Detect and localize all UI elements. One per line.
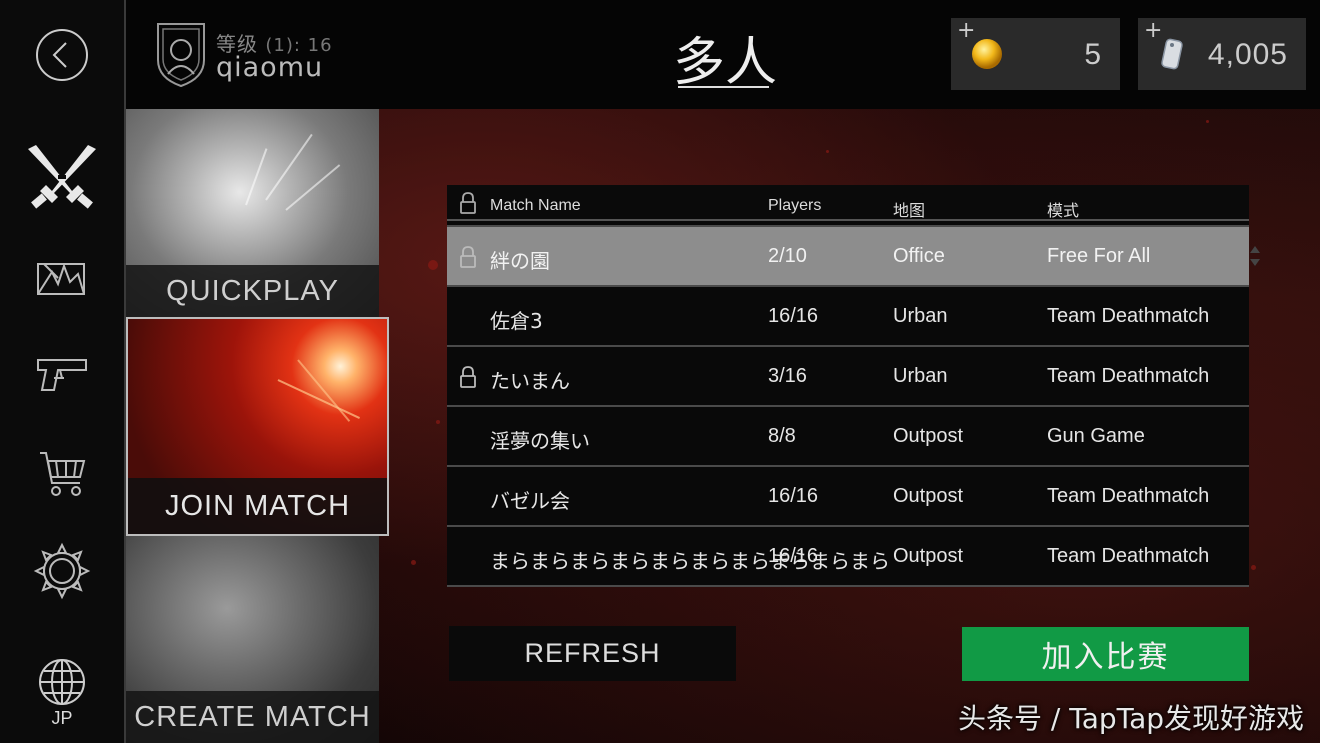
- match-row[interactable]: バゼル会 16/16 Outpost Team Deathmatch: [447, 467, 1249, 527]
- nav-store[interactable]: [0, 448, 124, 500]
- match-name: バゼル会: [490, 489, 570, 513]
- match-mode: Gun Game: [1047, 425, 1145, 447]
- match-list[interactable]: Match Name Players 地图 模式 しょーみや2/8UrbanTe…: [447, 185, 1249, 606]
- shopping-cart-icon: [40, 452, 86, 496]
- match-players: 16/16: [768, 485, 819, 507]
- create-match-tile[interactable]: CREATE MATCH: [126, 536, 379, 743]
- globe-icon: [39, 659, 85, 705]
- match-mode: Team Deathmatch: [1047, 365, 1210, 387]
- lock-icon: [460, 192, 476, 214]
- gold-coin-icon: [972, 39, 1002, 69]
- match-map: Office: [893, 245, 945, 267]
- match-map: Urban: [893, 305, 948, 327]
- lock-icon: [460, 366, 476, 388]
- dog-tag-icon: [1161, 38, 1183, 70]
- back-icon: [36, 29, 88, 81]
- create-match-label: CREATE MATCH: [126, 691, 379, 743]
- scroll-indicator-icon[interactable]: [1249, 244, 1261, 268]
- match-name: 絆の園: [490, 249, 550, 273]
- match-row-selected[interactable]: 絆の園 2/10 Office Free For All: [447, 227, 1249, 287]
- column-mode[interactable]: 模式: [1047, 197, 1079, 221]
- match-map: Urban: [893, 365, 948, 387]
- language-label: JP: [51, 708, 73, 728]
- match-name: 佐倉3: [490, 309, 543, 333]
- gold-amount: 5: [1084, 38, 1102, 71]
- lock-icon: [460, 246, 476, 268]
- match-name: まらまらまらまらまらまらまらまらまらまら: [490, 549, 890, 573]
- back-button[interactable]: [0, 26, 124, 84]
- match-players: 16/16: [768, 305, 819, 327]
- nav-weapons[interactable]: [0, 350, 124, 398]
- nav-killstreaks[interactable]: [0, 255, 124, 300]
- match-players: 2/10: [768, 245, 807, 267]
- match-row[interactable]: 淫夢の集い 8/8 Outpost Gun Game: [447, 407, 1249, 467]
- rank-badge-icon: [157, 23, 205, 88]
- match-mode: Team Deathmatch: [1047, 485, 1210, 507]
- title-underline: [678, 86, 769, 88]
- join-match-tile[interactable]: JOIN MATCH: [126, 317, 389, 536]
- match-list-header: Match Name Players 地图 模式: [447, 185, 1249, 221]
- pistol-icon: [37, 359, 87, 391]
- column-match-name[interactable]: Match Name: [490, 197, 581, 215]
- dogtag-currency-button[interactable]: + 4,005: [1138, 18, 1306, 90]
- quickplay-tile[interactable]: QUICKPLAY: [126, 109, 379, 317]
- refresh-button[interactable]: REFRESH: [449, 626, 736, 681]
- column-players[interactable]: Players: [768, 197, 821, 215]
- match-row[interactable]: まらまらまらまらまらまらまらまらまらまら 16/16 Outpost Team Dea…: [447, 527, 1249, 587]
- match-row[interactable]: 佐倉3 16/16 Urban Team Deathmatch: [447, 287, 1249, 347]
- dogtag-amount: 4,005: [1207, 38, 1288, 71]
- nav-settings[interactable]: [0, 540, 124, 602]
- match-row[interactable]: たいまん 3/16 Urban Team Deathmatch: [447, 347, 1249, 407]
- match-name: 淫夢の集い: [490, 429, 590, 453]
- watermark: 头条号 / TapTap发现好游戏: [958, 702, 1305, 735]
- match-mode: Team Deathmatch: [1047, 305, 1210, 327]
- join-match-button[interactable]: 加入比赛: [962, 627, 1249, 681]
- language-button[interactable]: [0, 657, 124, 707]
- match-mode: Team Deathmatch: [1047, 545, 1210, 567]
- explosion-icon: [37, 262, 85, 295]
- username: qiaomu: [216, 52, 324, 83]
- page-title: 多人: [672, 33, 777, 93]
- match-map: Outpost: [893, 485, 964, 507]
- match-map: Outpost: [893, 545, 964, 567]
- nav-multiplayer[interactable]: [0, 140, 124, 216]
- crossed-guns-icon: [28, 145, 96, 209]
- match-mode: Free For All: [1047, 245, 1151, 267]
- match-map: Outpost: [893, 425, 964, 447]
- match-players: 3/16: [768, 365, 807, 387]
- side-nav: JP: [0, 0, 126, 743]
- column-map[interactable]: 地图: [893, 197, 925, 221]
- quickplay-label: QUICKPLAY: [126, 265, 379, 317]
- match-players: 16/16: [768, 545, 819, 567]
- gear-icon: [33, 542, 91, 600]
- match-players: 8/8: [768, 425, 796, 447]
- match-name: たいまん: [490, 369, 570, 393]
- gold-currency-button[interactable]: + 5: [951, 18, 1120, 90]
- join-match-label: JOIN MATCH: [128, 478, 387, 534]
